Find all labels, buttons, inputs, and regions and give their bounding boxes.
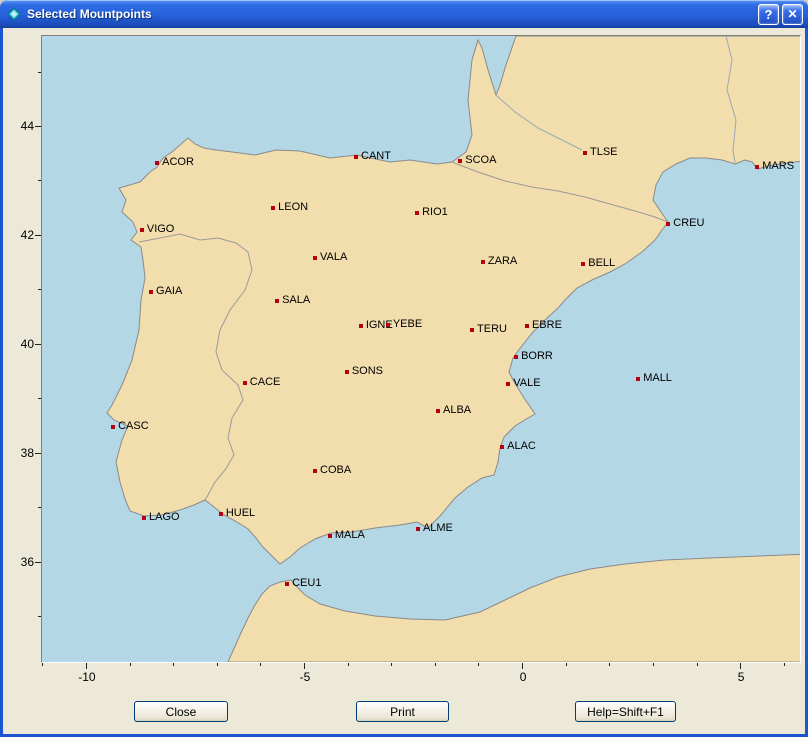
help-button[interactable]: Help=Shift+F1 [575,701,676,722]
window-title: Selected Mountpoints [27,0,152,28]
iberia-map-svg [42,36,800,662]
close-button[interactable]: Close [134,701,228,722]
print-button[interactable]: Print [356,701,449,722]
selected-mountpoints-dialog: Selected Mountpoints ? ✕ -10-50536384042… [0,0,808,737]
titlebar[interactable]: Selected Mountpoints ? ✕ [0,0,808,28]
help-titlebar-button[interactable]: ? [758,4,779,25]
map-plot [41,35,801,663]
app-icon [7,7,21,21]
close-titlebar-button[interactable]: ✕ [782,4,803,25]
